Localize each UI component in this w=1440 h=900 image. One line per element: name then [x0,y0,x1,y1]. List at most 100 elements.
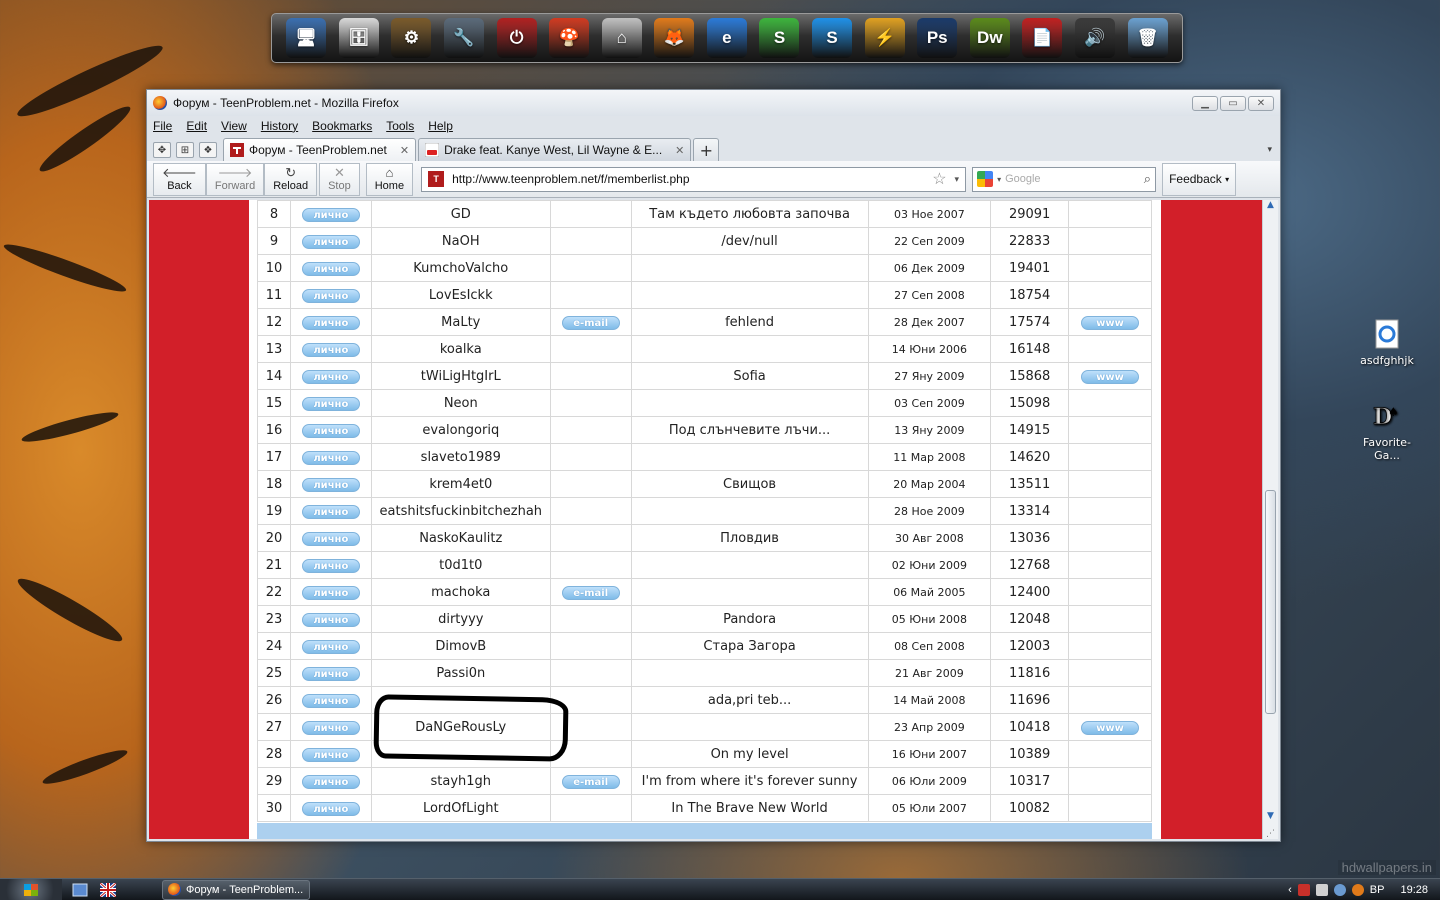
pm-button[interactable]: лично [301,774,360,789]
pm-button[interactable]: лично [301,342,360,357]
tab-forum[interactable]: Форум - TeenProblem.net ✕ [223,138,417,161]
pm-button[interactable]: лично [301,720,360,735]
engine-dropdown-icon[interactable]: ▾ [997,175,1001,184]
menu-edit[interactable]: Edit [186,119,207,133]
firefox-tray-icon[interactable] [1351,883,1364,896]
mushroom-icon[interactable]: 🍄 [549,18,590,58]
scroll-down-arrow-icon[interactable]: ▼ [1263,811,1278,825]
lightning-icon[interactable]: ⚡ [864,18,905,58]
member-username-link[interactable]: machoka [370,578,551,606]
member-username-link[interactable]: DaNGeRousLy [370,713,551,741]
menu-view[interactable]: View [221,119,247,133]
member-username-link[interactable]: MaLty [370,308,551,336]
url-history-dropdown-icon[interactable]: ▾ [955,174,960,185]
network-tray-icon[interactable] [1333,883,1346,896]
new-window-icon[interactable]: ⊞ [176,142,194,158]
clock[interactable]: 19:28 [1400,884,1428,896]
website-button[interactable]: www [1081,369,1140,384]
member-username-link[interactable]: NaskoKaulitz [370,524,551,552]
pm-button[interactable]: лично [301,531,360,546]
move-tool-icon[interactable]: ✥ [153,142,171,158]
search-magnifier-icon[interactable]: ⌕ [1144,172,1151,187]
language-indicator[interactable]: BP [1370,884,1385,896]
address-bar[interactable]: T http://www.teenproblem.net/f/memberlis… [421,166,967,192]
tray-expand-chevron-icon[interactable]: ‹ [1288,884,1292,896]
scroll-up-arrow-icon[interactable]: ▲ [1263,200,1278,214]
pm-button[interactable]: лично [301,693,360,708]
minimize-button[interactable]: ▁ [1192,95,1218,111]
recycle-bin-icon[interactable]: 🗑 [1127,18,1168,58]
pm-button[interactable]: лично [301,288,360,303]
member-username-link[interactable] [370,740,551,768]
tab-list-chevron-icon[interactable]: ▾ [1267,145,1272,155]
forward-button[interactable]: 🡒 Forward [205,162,265,196]
house-icon[interactable]: ⌂ [601,18,642,58]
member-username-link[interactable]: Neon [370,389,551,417]
tab-close-icon[interactable]: ✕ [675,144,684,157]
member-username-link[interactable]: DimovB [370,632,551,660]
new-tab-button[interactable]: + [693,138,720,161]
pm-button[interactable]: лично [301,477,360,492]
pm-button[interactable]: лично [301,666,360,681]
email-button[interactable]: e-mail [561,774,620,789]
file-cabinet-icon[interactable]: 🗄 [338,18,379,58]
pm-button[interactable]: лично [301,747,360,762]
internet-explorer-icon[interactable]: e [706,18,747,58]
network-icon[interactable]: 🔧 [444,18,485,58]
tray-app-icon[interactable] [1297,883,1310,896]
start-button[interactable] [0,878,62,900]
member-username-link[interactable]: slaveto1989 [370,443,551,471]
back-button[interactable]: 🡐 Back [153,162,206,196]
scrollbar-thumb[interactable] [1265,490,1276,714]
pm-button[interactable]: лично [301,504,360,519]
pm-button[interactable]: лично [301,396,360,411]
firefox-icon[interactable]: 🦊 [654,18,695,58]
desktop-shortcut-favorite-games[interactable]: D ♠ Favorite-Ga... [1352,400,1422,462]
google-engine-icon[interactable] [977,171,994,187]
member-username-link[interactable]: LovEsIckk [370,281,551,309]
computer-icon[interactable]: 🖥 [286,18,327,58]
menu-tools[interactable]: Tools [386,119,414,133]
photoshop-icon[interactable]: Ps [917,18,958,58]
pm-button[interactable]: лично [301,585,360,600]
member-username-link[interactable]: Passi0n [370,659,551,687]
member-username-link[interactable]: krem4et0 [370,470,551,498]
member-username-link[interactable]: stayh1gh [370,767,551,795]
member-username-link[interactable]: GD [370,200,551,228]
vertical-scrollbar[interactable]: ▲ ▼ ⋰ [1262,200,1278,839]
member-username-link[interactable]: t0d1t0 [370,551,551,579]
menu-help[interactable]: Help [428,119,453,133]
tab-close-icon[interactable]: ✕ [400,144,409,157]
member-username-link[interactable]: dirtyyy [370,605,551,633]
speakers-icon[interactable]: 🔊 [1074,18,1115,58]
menu-file[interactable]: File [153,119,172,133]
show-desktop-icon[interactable] [72,883,88,897]
member-username-link[interactable]: tWiLigHtgIrL [370,362,551,390]
uk-flag-icon[interactable] [100,882,116,897]
stop-button[interactable]: ✕ Stop [319,162,360,196]
pm-button[interactable]: лично [301,612,360,627]
member-username-link[interactable]: LordOfLight [370,794,551,822]
member-username-link[interactable] [370,686,551,714]
bookmark-star-icon[interactable]: ☆ [932,169,946,189]
tools-icon[interactable]: ⚙ [391,18,432,58]
pm-button[interactable]: лично [301,369,360,384]
member-username-link[interactable]: evalongoriq [370,416,551,444]
resize-grip-icon[interactable]: ⋰ [1263,829,1278,839]
pm-button[interactable]: лично [301,639,360,654]
skype-green-icon[interactable]: S [759,18,800,58]
pm-button[interactable]: лично [301,207,360,222]
website-button[interactable]: www [1081,720,1140,735]
skype-icon[interactable]: S [812,18,853,58]
volume-icon[interactable] [1315,883,1328,896]
window-titlebar[interactable]: Форум - TeenProblem.net - Mozilla Firefo… [147,90,1280,116]
pm-button[interactable]: лично [301,423,360,438]
close-button[interactable]: ✕ [1248,95,1274,111]
member-username-link[interactable]: eatshitsfuckinbitchezhah [370,497,551,525]
feedback-button[interactable]: Feedback ▾ [1162,162,1237,196]
switch-icon[interactable]: ⏻ [496,18,537,58]
addons-icon[interactable]: ❖ [199,142,217,158]
taskbar-firefox-item[interactable]: Форум - TeenProblem... [162,879,310,900]
pm-button[interactable]: лично [301,261,360,276]
pdf-icon[interactable]: 📄 [1022,18,1063,58]
